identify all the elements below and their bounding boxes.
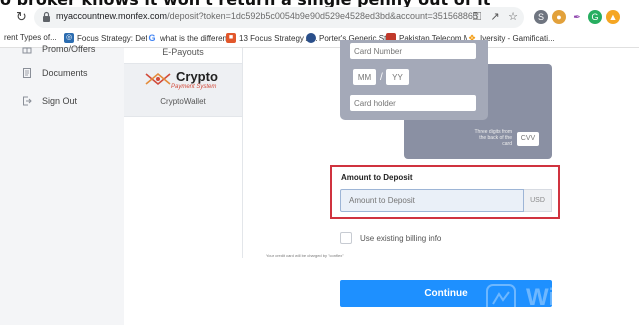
extension-g-icon[interactable]: G	[588, 10, 602, 24]
month-input[interactable]	[353, 69, 376, 85]
cvv-input[interactable]	[517, 132, 539, 146]
crypto-wallet-label: CryptoWallet	[160, 97, 206, 106]
billing-checkbox[interactable]	[340, 232, 352, 244]
extension-cookie-icon[interactable]: ●	[552, 10, 566, 24]
sidebar-item-sign-out[interactable]: Sign Out	[22, 92, 77, 110]
extension-pen-icon[interactable]: ✒	[570, 10, 584, 24]
bookmark-item[interactable]: ■ 13 Focus Strategy A...	[226, 33, 318, 43]
amount-input[interactable]	[340, 189, 524, 212]
crypto-subtitle: Payment System	[171, 84, 217, 90]
year-input[interactable]	[386, 69, 409, 85]
overlay-panel	[124, 258, 284, 325]
amount-label: Amount to Deposit	[341, 173, 413, 182]
gift-icon	[22, 47, 32, 54]
card-number-input[interactable]	[350, 43, 476, 59]
bookmarks-bar: rent Types of... ◎ Focus Strategy: Defi.…	[0, 29, 639, 48]
crypto-name: Crypto	[176, 69, 218, 84]
card-holder-input[interactable]	[350, 95, 476, 111]
sidebar: Promo/Offers Documents Sign Out	[0, 44, 124, 325]
payment-method-crypto[interactable]: Crypto Payment System CryptoWallet	[124, 63, 242, 117]
bookmark-square-icon: ■	[226, 33, 236, 43]
currency-tag: USD	[524, 189, 552, 212]
google-icon: G	[147, 33, 157, 43]
sign-out-icon	[23, 96, 32, 106]
charge-note: Your credit card will be charged by "con…	[266, 253, 344, 258]
reload-icon[interactable]: ↻	[16, 10, 30, 24]
continue-button[interactable]: Continue	[340, 280, 552, 307]
bookmark-star-icon[interactable]: ☆	[506, 10, 520, 24]
payment-methods: E-Payouts Crypto Payment System CryptoWa…	[124, 48, 243, 258]
payment-method-epayouts[interactable]: E-Payouts	[124, 48, 242, 64]
crypto-logo-icon	[145, 72, 171, 86]
extension-s-icon[interactable]: S	[534, 10, 548, 24]
share-icon[interactable]: ↗	[488, 10, 502, 24]
bookmark-item[interactable]: G what is the differen...	[147, 33, 234, 43]
url-field[interactable]: myaccountnew.monfex.com/deposit?token=1d…	[34, 7, 524, 28]
date-separator: /	[380, 72, 383, 83]
cvv-hint: Three digits from the back of the card	[474, 129, 512, 147]
address-bar: ↻ myaccountnew.monfex.com/deposit?token=…	[0, 7, 639, 29]
sidebar-item-promo-offers[interactable]: Promo/Offers	[22, 40, 95, 58]
sidebar-item-documents[interactable]: Documents	[22, 64, 88, 82]
circle-icon	[306, 33, 316, 43]
extension-fox-icon[interactable]: ▲	[606, 10, 620, 24]
document-icon	[23, 68, 31, 78]
url-text: myaccountnew.monfex.com/deposit?token=1d…	[56, 11, 478, 21]
lock-icon[interactable]	[42, 11, 51, 23]
billing-label: Use existing billing info	[360, 233, 442, 243]
billing-checkbox-row[interactable]: Use existing billing info	[340, 232, 441, 244]
key-icon[interactable]: ⚿	[470, 10, 484, 24]
